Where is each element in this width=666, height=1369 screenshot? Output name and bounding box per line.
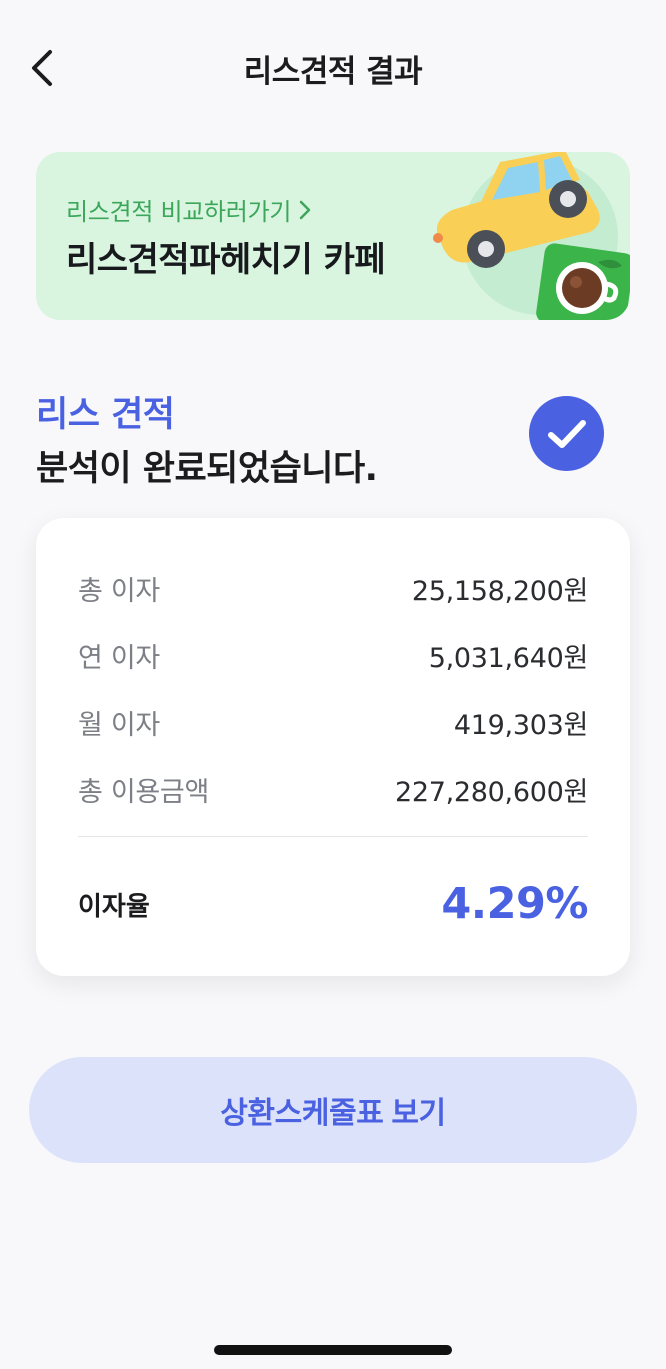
quote-summary-card: 총 이자 25,158,200원 연 이자 5,031,640원 월 이자 41…	[36, 518, 630, 976]
summary-row-label: 총 이용금액	[78, 776, 209, 808]
page-title: 리스견적 결과	[243, 54, 423, 90]
top-bar: 리스견적 결과	[0, 0, 666, 136]
status-message: 분석이 완료되었습니다.	[36, 449, 378, 489]
view-repayment-schedule-button[interactable]: 상환스케줄표 보기	[29, 1057, 637, 1163]
summary-row-value: 419,303원	[453, 709, 588, 741]
view-repayment-schedule-label: 상환스케줄표 보기	[220, 1097, 446, 1130]
summary-row-label: 월 이자	[78, 709, 160, 741]
home-indicator[interactable]	[214, 1345, 452, 1355]
summary-row-annual-interest: 연 이자 5,031,640원	[78, 635, 588, 675]
coffee-cup-icon	[536, 243, 630, 320]
completion-badge	[529, 396, 604, 471]
cafe-promo-banner[interactable]: 리스견적 비교하러가기 리스견적파헤치기 카페	[36, 152, 630, 320]
card-divider	[78, 836, 588, 837]
summary-row-value: 5,031,640원	[428, 642, 589, 674]
interest-rate-label: 이자율	[78, 891, 150, 922]
summary-row-value: 227,280,600원	[394, 776, 588, 808]
chevron-right-icon	[299, 200, 311, 219]
status-highlight: 리스 견적	[36, 395, 175, 435]
interest-rate-row: 이자율 4.29%	[78, 874, 588, 934]
compare-quotes-link-label: 리스견적 비교하러가기	[66, 198, 292, 226]
summary-row-total-amount: 총 이용금액 227,280,600원	[78, 769, 588, 809]
banner-title: 리스견적파헤치기 카페	[66, 240, 386, 280]
summary-row-label: 총 이자	[78, 575, 160, 607]
interest-rate-value: 4.29%	[441, 879, 588, 929]
summary-row-total-interest: 총 이자 25,158,200원	[78, 568, 588, 608]
checkmark-icon	[547, 419, 586, 448]
summary-row-value: 25,158,200원	[411, 575, 588, 607]
summary-row-label: 연 이자	[78, 642, 160, 674]
car-coffee-illustration	[433, 152, 630, 320]
compare-quotes-link[interactable]: 리스견적 비교하러가기	[66, 192, 311, 227]
summary-row-monthly-interest: 월 이자 419,303원	[78, 702, 588, 742]
